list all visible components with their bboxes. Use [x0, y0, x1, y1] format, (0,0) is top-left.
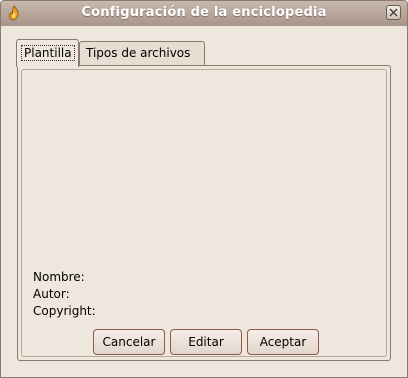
close-icon: [389, 8, 398, 17]
close-button[interactable]: [386, 5, 401, 20]
encyclopedia-settings-window: Configuración de la enciclopedia Plantil…: [0, 0, 408, 378]
template-panel: Nombre: Autor: Copyright: Cancelar Edita…: [17, 65, 391, 361]
template-frame: Nombre: Autor: Copyright: Cancelar Edita…: [21, 69, 387, 357]
name-label: Nombre:: [33, 270, 85, 284]
copyright-label: Copyright:: [33, 304, 96, 318]
title-bar[interactable]: Configuración de la enciclopedia: [1, 1, 407, 26]
window-title: Configuración de la enciclopedia: [81, 5, 327, 20]
accept-button[interactable]: Aceptar: [247, 329, 319, 355]
tab-plantilla[interactable]: Plantilla: [16, 39, 79, 67]
edit-button[interactable]: Editar: [170, 329, 242, 355]
tab-tipos-de-archivos[interactable]: Tipos de archivos: [79, 41, 205, 66]
tab-plantilla-label: Plantilla: [21, 45, 75, 61]
cancel-button[interactable]: Cancelar: [93, 329, 165, 355]
tab-tipos-de-archivos-label: Tipos de archivos: [86, 46, 191, 60]
author-label: Autor:: [33, 287, 70, 301]
